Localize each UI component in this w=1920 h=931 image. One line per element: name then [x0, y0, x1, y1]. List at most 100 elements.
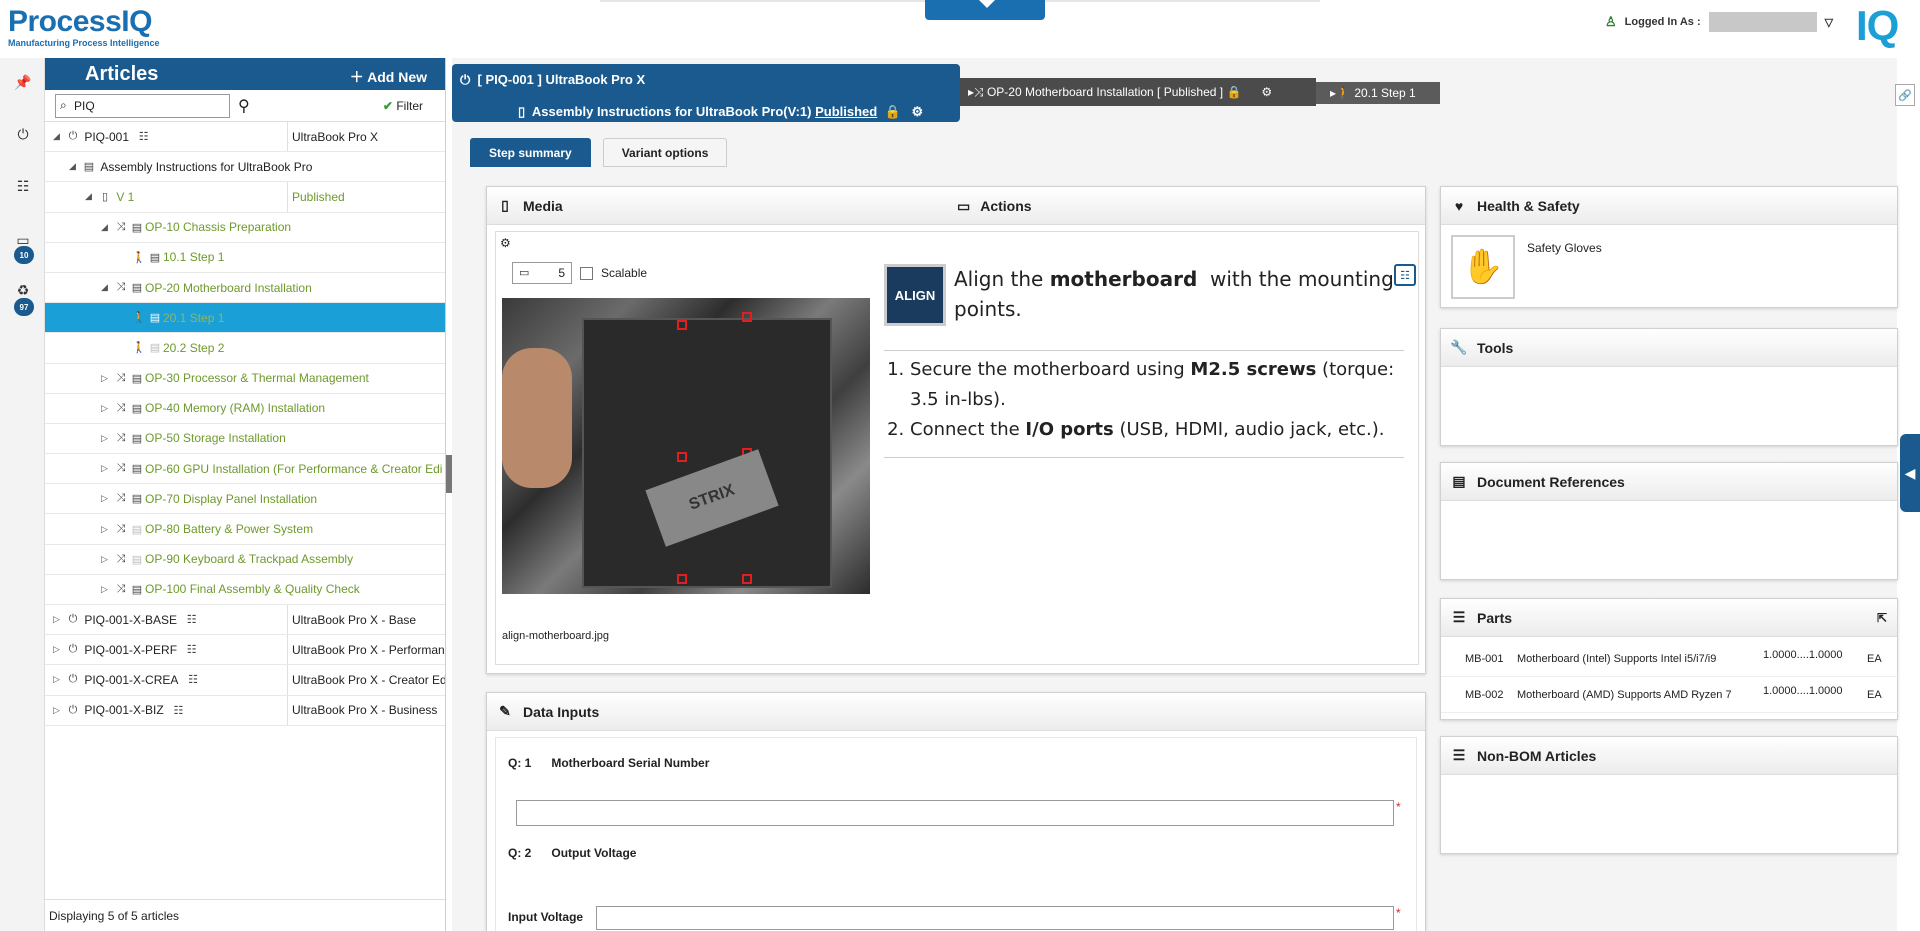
instruction-step-2: Connect the I/O ports (USB, HDMI, audio … [910, 415, 1404, 445]
collapsed-icon[interactable]: ▷ [101, 493, 113, 504]
collapse-header-tab[interactable] [925, 0, 1045, 20]
chevron-down-icon[interactable]: ▽ [1825, 16, 1833, 29]
hierarchy-icon[interactable]: ☷ [185, 673, 201, 686]
tab-variant-options[interactable]: Variant options [602, 138, 728, 167]
filter-button[interactable]: ✔ Filter [383, 99, 423, 113]
tree-row-piq-001-x-base[interactable]: ▷ ⏻ PIQ-001-X-BASE ☷ UltraBook Pro X - Bas… [45, 605, 445, 636]
collapsed-icon[interactable]: ▷ [101, 463, 113, 474]
part-row[interactable]: MB-002 Motherboard (AMD) Supports AMD Ry… [1441, 677, 1899, 713]
collapsed-icon[interactable]: ▷ [101, 584, 113, 595]
hierarchy-icon[interactable]: ☷ [1394, 264, 1416, 286]
tree-row-op10[interactable]: ◢ ⤨ ▤ OP-10 Chassis Preparation [45, 213, 445, 243]
tree-row-piq-001[interactable]: ◢ ⏻ PIQ-001 ☷ UltraBook Pro X [45, 122, 445, 153]
expand-icon[interactable]: ◢ [85, 191, 97, 202]
tree-row-version[interactable]: ◢ ▯ V 1 Published [45, 182, 445, 213]
media-header: ▯ Media ▭ Actions [487, 187, 1425, 225]
serial-number-input[interactable] [516, 800, 1394, 826]
tree-row-op100[interactable]: ▷ ⤨ ▤ OP-100 Final Assembly & Quality Check [45, 575, 445, 605]
collapsed-icon[interactable]: ▷ [53, 674, 65, 685]
hierarchy-icon[interactable]: ☷ [184, 613, 200, 626]
collapsed-icon[interactable]: ▷ [101, 554, 113, 565]
list-icon: ▤ [131, 523, 143, 536]
required-mark: * [1396, 800, 1401, 814]
link-icon[interactable]: 🔗 [1895, 84, 1915, 106]
processiq-logo[interactable]: ProcessIQ Manufacturing Process Intellig… [8, 6, 160, 49]
hierarchy-icon[interactable]: ☷ [10, 174, 36, 198]
breadcrumb-article[interactable]: ⏻ [ PIQ-001 ] UltraBook Pro X ▯ Assembly… [452, 64, 960, 122]
expand-icon[interactable]: ◢ [53, 131, 65, 142]
gear-icon[interactable]: ⚙ [911, 104, 923, 119]
input-voltage-field[interactable] [596, 906, 1394, 930]
photo-marker [742, 312, 752, 322]
hierarchy-icon[interactable]: ☷ [136, 130, 152, 143]
breadcrumb-operation[interactable]: ▸⤨ OP-20 Motherboard Installation [ Publ… [960, 78, 1316, 106]
tree-label: OP-90 Keyboard & Trackpad Assembly [145, 552, 354, 567]
tree-row-piq-001-x-perf[interactable]: ▷ ⏻ PIQ-001-X-PERF ☷ UltraBook Pro X - Per… [45, 635, 445, 666]
expand-icon[interactable]: ◢ [101, 282, 113, 293]
top-bar: ProcessIQ Manufacturing Process Intellig… [0, 0, 1920, 58]
part-desc: Motherboard (Intel) Supports Intel i5/i7… [1517, 652, 1717, 665]
published-link[interactable]: Published [815, 104, 877, 119]
breadcrumb-version: ▯ Assembly Instructions for UltraBook Pr… [518, 104, 923, 120]
power-icon: ⏻ [68, 613, 78, 626]
tree-row-op80[interactable]: ▷ ⤨ ▤ OP-80 Battery & Power System [45, 514, 445, 545]
add-new-button[interactable]: ＋ Add New [350, 67, 427, 87]
tree-row-op90[interactable]: ▷ ⤨ ▤ OP-90 Keyboard & Trackpad Assembly [45, 545, 445, 575]
search-button-icon[interactable]: ⚲ [238, 96, 250, 116]
gear-icon[interactable]: ⚙ [1261, 85, 1272, 99]
collapsed-icon[interactable]: ▷ [101, 524, 113, 535]
expand-icon[interactable]: ◢ [69, 161, 81, 172]
part-row[interactable]: MB-001 Motherboard (Intel) Supports Inte… [1441, 641, 1899, 677]
part-qty: 1.0000....1.0000 [1763, 685, 1843, 697]
collapsed-icon[interactable]: ▷ [101, 433, 113, 444]
tree-row-op50[interactable]: ▷ ⤨ ▤ OP-50 Storage Installation [45, 424, 445, 455]
expand-icon[interactable]: ◢ [101, 222, 113, 233]
q1-label: Motherboard Serial Number [551, 756, 710, 770]
part-qty: 1.0000....1.0000 [1763, 649, 1843, 661]
step1-pre: Secure the motherboard using [910, 359, 1185, 380]
hierarchy-icon[interactable]: ☷ [184, 643, 200, 656]
list-icon: ▤ [131, 221, 143, 234]
user-name-box[interactable] [1708, 12, 1817, 32]
tree-row-piq-001-x-biz[interactable]: ▷ ⏻ PIQ-001-X-BIZ ☷ UltraBook Pro X - Busi… [45, 695, 445, 726]
motherboard-photo[interactable]: STRIX [502, 298, 870, 594]
hierarchy-icon[interactable]: ☷ [170, 704, 186, 717]
app: ProcessIQ Manufacturing Process Intellig… [0, 0, 1920, 931]
list-icon: ▤ [149, 312, 161, 325]
collapsed-icon[interactable]: ▷ [101, 373, 113, 384]
tree-label: OP-20 Motherboard Installation [145, 280, 312, 295]
scalable-checkbox[interactable] [580, 266, 593, 280]
question-1: Q: 1 Motherboard Serial Number [508, 756, 709, 770]
collapsed-icon[interactable]: ▷ [101, 403, 113, 414]
tree-row-assembly[interactable]: ◢ ▤ Assembly Instructions for UltraBook P… [45, 152, 445, 183]
tree-label: OP-40 Memory (RAM) Installation [145, 401, 326, 416]
export-icon[interactable]: ⇱ [1877, 611, 1887, 625]
tab-step-summary[interactable]: Step summary [470, 138, 591, 167]
search-row: ⌕ PIQ ⚲ ✔ Filter [45, 90, 445, 122]
breadcrumb-op: OP-20 Motherboard Installation [ Publish… [986, 85, 1224, 99]
gear-icon[interactable]: ⚙ [500, 236, 511, 250]
breadcrumb-step[interactable]: ▸🚶 20.1 Step 1 [1316, 82, 1440, 104]
list-icon: ▤ [131, 372, 143, 385]
tree-row-step-10-1[interactable]: 🚶 ▤ 10.1 Step 1 [45, 243, 445, 273]
collapsed-icon[interactable]: ▷ [53, 705, 65, 716]
tree-row-op70[interactable]: ▷ ⤨ ▤ OP-70 Display Panel Installation [45, 484, 445, 515]
tree-row-op20[interactable]: ◢ ⤨ ▤ OP-20 Motherboard Installation [45, 273, 445, 304]
power-icon: ⏻ [68, 673, 78, 686]
tree-row-op60[interactable]: ▷ ⤨ ▤ OP-60 GPU Installation (For Performan… [45, 454, 445, 485]
media-title: Media [523, 197, 563, 214]
tree-row-step-20-1[interactable]: 🚶 ▤ 20.1 Step 1 [45, 303, 445, 334]
tree-row-op30[interactable]: ▷ ⤨ ▤ OP-30 Processor & Thermal Management [45, 364, 445, 394]
step2-post: (USB, HDMI, audio jack, etc.). [1119, 419, 1385, 440]
tree-row-step-20-2[interactable]: 🚶 ▤ 20.2 Step 2 [45, 333, 445, 364]
tree-row-piq-001-x-crea[interactable]: ▷ ⏻ PIQ-001-X-CREA ☷ UltraBook Pro X - Cre… [45, 665, 445, 696]
tree-row-op40[interactable]: ▷ ⤨ ▤ OP-40 Memory (RAM) Installation [45, 394, 445, 424]
right-panel-toggle[interactable]: ◀ [1900, 434, 1920, 512]
scale-input[interactable]: ▭ 5 [512, 262, 572, 284]
collapsed-icon[interactable]: ▷ [53, 644, 65, 655]
pin-icon[interactable]: 📌 [10, 70, 36, 94]
collapsed-icon[interactable]: ▷ [53, 614, 65, 625]
search-input[interactable]: ⌕ PIQ [55, 93, 230, 118]
power-icon[interactable]: ⏻ [10, 122, 36, 146]
doc-refs-panel: ▤ Document References [1440, 462, 1898, 580]
